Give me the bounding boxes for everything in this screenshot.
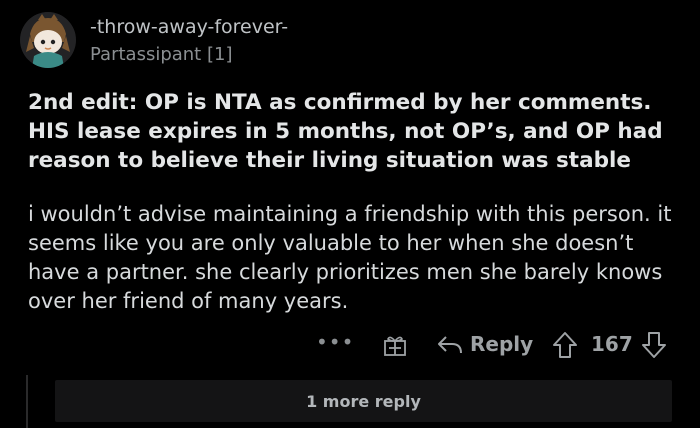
comment-edit-text: 2nd edit: OP is NTA as confirmed by her … xyxy=(28,90,663,173)
avatar-image xyxy=(20,12,76,68)
downvote-icon[interactable] xyxy=(641,331,667,359)
thread-line[interactable] xyxy=(26,375,28,428)
user-flair: Partassipant [1] xyxy=(90,44,233,65)
comment-actions: ••• Reply 167 xyxy=(0,330,700,360)
avatar[interactable] xyxy=(20,12,76,68)
gift-icon[interactable] xyxy=(383,333,407,357)
upvote-icon[interactable] xyxy=(552,331,578,359)
comment-body-text: i wouldn’t advise maintaining a friendsh… xyxy=(28,202,672,313)
more-options-button[interactable]: ••• xyxy=(316,330,354,354)
reply-arrow-icon[interactable] xyxy=(436,332,464,358)
vote-score: 167 xyxy=(591,332,633,356)
reply-button[interactable]: Reply xyxy=(470,332,533,356)
more-replies-button[interactable]: 1 more reply xyxy=(55,380,672,422)
username[interactable]: -throw-away-forever- xyxy=(90,16,288,38)
